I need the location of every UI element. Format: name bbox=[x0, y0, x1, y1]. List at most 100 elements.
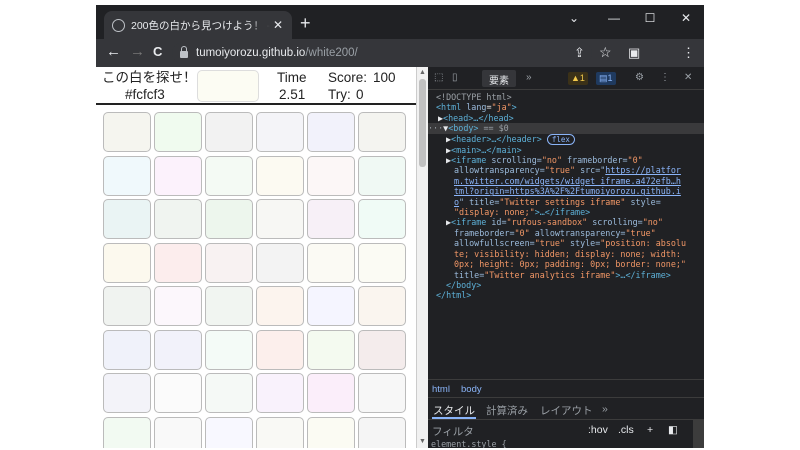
address-bar[interactable]: tumoiyorozu.github.io/white200/ bbox=[172, 42, 592, 64]
dom-line[interactable]: te; visibility: hidden; display: none; w… bbox=[428, 249, 704, 259]
dom-line[interactable]: ▶<head>…</head> bbox=[428, 113, 704, 123]
color-cell[interactable] bbox=[358, 329, 406, 370]
color-cell[interactable] bbox=[103, 155, 151, 196]
color-cell[interactable] bbox=[307, 242, 355, 283]
color-cell[interactable] bbox=[358, 373, 406, 413]
color-cell[interactable] bbox=[307, 155, 355, 196]
dom-line[interactable]: </body> bbox=[428, 280, 704, 290]
tab-layout[interactable]: レイアウト bbox=[540, 403, 593, 418]
color-cell[interactable] bbox=[154, 199, 202, 239]
crumb-body[interactable]: body bbox=[461, 384, 482, 395]
dom-line[interactable]: allowtransparency="true" src="https://pl… bbox=[428, 165, 704, 175]
browser-tab[interactable]: 200色の白から見つけよう！ - White ✕ bbox=[104, 11, 292, 39]
color-cell[interactable] bbox=[307, 112, 355, 152]
color-cell[interactable] bbox=[256, 112, 304, 152]
color-cell[interactable] bbox=[103, 286, 151, 326]
color-cell[interactable] bbox=[205, 199, 253, 239]
color-cell[interactable] bbox=[154, 242, 202, 283]
dom-line[interactable]: </html> bbox=[428, 290, 704, 300]
color-cell[interactable] bbox=[256, 155, 304, 196]
cls-button[interactable]: .cls bbox=[618, 424, 634, 436]
inspect-icon[interactable]: ⬚ bbox=[434, 72, 443, 83]
color-cell[interactable] bbox=[103, 242, 151, 283]
color-cell[interactable] bbox=[103, 199, 151, 239]
flex-badge[interactable]: flex bbox=[546, 133, 575, 145]
color-cell[interactable] bbox=[358, 242, 406, 283]
tab-search-icon[interactable]: ⌄ bbox=[564, 11, 584, 25]
color-cell[interactable] bbox=[205, 242, 253, 283]
scrollbar-thumb[interactable] bbox=[419, 79, 426, 167]
issues-badge[interactable]: ▤1 bbox=[596, 72, 616, 85]
color-cell[interactable] bbox=[307, 373, 355, 413]
color-cell[interactable] bbox=[103, 112, 151, 152]
dom-line[interactable]: m.twitter.com/widgets/widget_iframe.a472… bbox=[428, 176, 704, 186]
color-cell[interactable] bbox=[256, 373, 304, 413]
hov-button[interactable]: :hov bbox=[588, 424, 608, 436]
color-cell[interactable] bbox=[307, 286, 355, 326]
color-cell[interactable] bbox=[358, 112, 406, 152]
dom-line[interactable]: frameborder="0" allowtransparency="true" bbox=[428, 228, 704, 238]
dom-line-selected[interactable]: ···▼<body> == $0 bbox=[428, 123, 704, 134]
color-cell[interactable] bbox=[103, 329, 151, 370]
color-cell[interactable] bbox=[154, 416, 202, 448]
color-cell[interactable] bbox=[358, 416, 406, 448]
crumb-html[interactable]: html bbox=[432, 384, 450, 395]
color-cell[interactable] bbox=[256, 329, 304, 370]
dom-line[interactable]: tml?origin=https%3A%2F%2Ftumoiyorozu.git… bbox=[428, 186, 704, 196]
more-tabs-icon[interactable]: » bbox=[526, 72, 532, 83]
color-cell[interactable] bbox=[256, 242, 304, 283]
color-cell[interactable] bbox=[307, 199, 355, 239]
dom-line[interactable]: ▶<header>…</header> flex bbox=[428, 133, 704, 145]
scroll-up-arrow[interactable]: ▲ bbox=[419, 69, 426, 76]
color-cell[interactable] bbox=[205, 155, 253, 196]
share-icon[interactable]: ⇪ bbox=[574, 45, 585, 61]
color-cell[interactable] bbox=[205, 286, 253, 326]
dom-line[interactable]: ▶<main>…</main> bbox=[428, 145, 704, 155]
side-panel-icon[interactable]: ▣ bbox=[628, 45, 640, 61]
devtools-menu-icon[interactable]: ⋮ bbox=[660, 72, 670, 83]
color-cell[interactable] bbox=[103, 416, 151, 448]
color-cell[interactable] bbox=[205, 416, 253, 448]
color-cell[interactable] bbox=[307, 416, 355, 448]
color-cell[interactable] bbox=[205, 112, 253, 152]
color-cell[interactable] bbox=[358, 199, 406, 239]
color-cell[interactable] bbox=[103, 373, 151, 413]
forward-button[interactable]: → bbox=[130, 43, 145, 61]
add-rule-icon[interactable]: + bbox=[647, 424, 653, 436]
tab-computed[interactable]: 計算済み bbox=[486, 403, 528, 418]
close-window-button[interactable]: ✕ bbox=[676, 11, 696, 25]
devtools-close-icon[interactable]: ✕ bbox=[684, 72, 692, 83]
color-cell[interactable] bbox=[256, 199, 304, 239]
minimize-button[interactable]: — bbox=[604, 11, 624, 25]
color-cell[interactable] bbox=[154, 373, 202, 413]
warnings-badge[interactable]: ▲1 bbox=[568, 72, 588, 85]
filter-input[interactable]: フィルタ bbox=[432, 424, 474, 439]
color-cell[interactable] bbox=[154, 155, 202, 196]
scroll-down-arrow[interactable]: ▼ bbox=[419, 438, 426, 445]
dom-line[interactable]: "display: none;">…</iframe> bbox=[428, 207, 704, 217]
color-cell[interactable] bbox=[358, 155, 406, 196]
settings-gear-icon[interactable]: ⚙ bbox=[635, 72, 644, 83]
dom-line[interactable]: 0px; height: 0px; padding: 0px; border: … bbox=[428, 259, 704, 269]
dom-line[interactable]: <!DOCTYPE html> bbox=[428, 92, 704, 102]
tab-styles[interactable]: スタイル bbox=[433, 403, 475, 418]
back-button[interactable]: ← bbox=[106, 43, 121, 61]
tab-close-icon[interactable]: ✕ bbox=[270, 18, 286, 32]
toggle-sidebar-icon[interactable]: ◧ bbox=[668, 424, 678, 436]
color-cell[interactable] bbox=[358, 286, 406, 326]
color-cell[interactable] bbox=[256, 286, 304, 326]
color-cell[interactable] bbox=[256, 416, 304, 448]
color-cell[interactable] bbox=[154, 286, 202, 326]
color-cell[interactable] bbox=[154, 329, 202, 370]
dom-line[interactable]: allowfullscreen="true" style="position: … bbox=[428, 238, 704, 248]
dom-line[interactable]: ▶<iframe id="rufous-sandbox" scrolling="… bbox=[428, 217, 704, 227]
dom-line[interactable]: o" title="Twitter settings iframe" style… bbox=[428, 197, 704, 207]
tab-elements[interactable]: 要素 bbox=[482, 70, 516, 87]
color-cell[interactable] bbox=[205, 373, 253, 413]
bookmark-star-icon[interactable]: ☆ bbox=[599, 44, 612, 61]
styles-scrollbar[interactable] bbox=[693, 419, 704, 448]
color-cell[interactable] bbox=[307, 329, 355, 370]
dom-line[interactable]: title="Twitter analytics iframe">…</ifra… bbox=[428, 270, 704, 280]
more-style-tabs-icon[interactable]: » bbox=[602, 403, 608, 415]
dom-tree[interactable]: <!DOCTYPE html> <html lang="ja"> ▶<head>… bbox=[428, 92, 704, 301]
